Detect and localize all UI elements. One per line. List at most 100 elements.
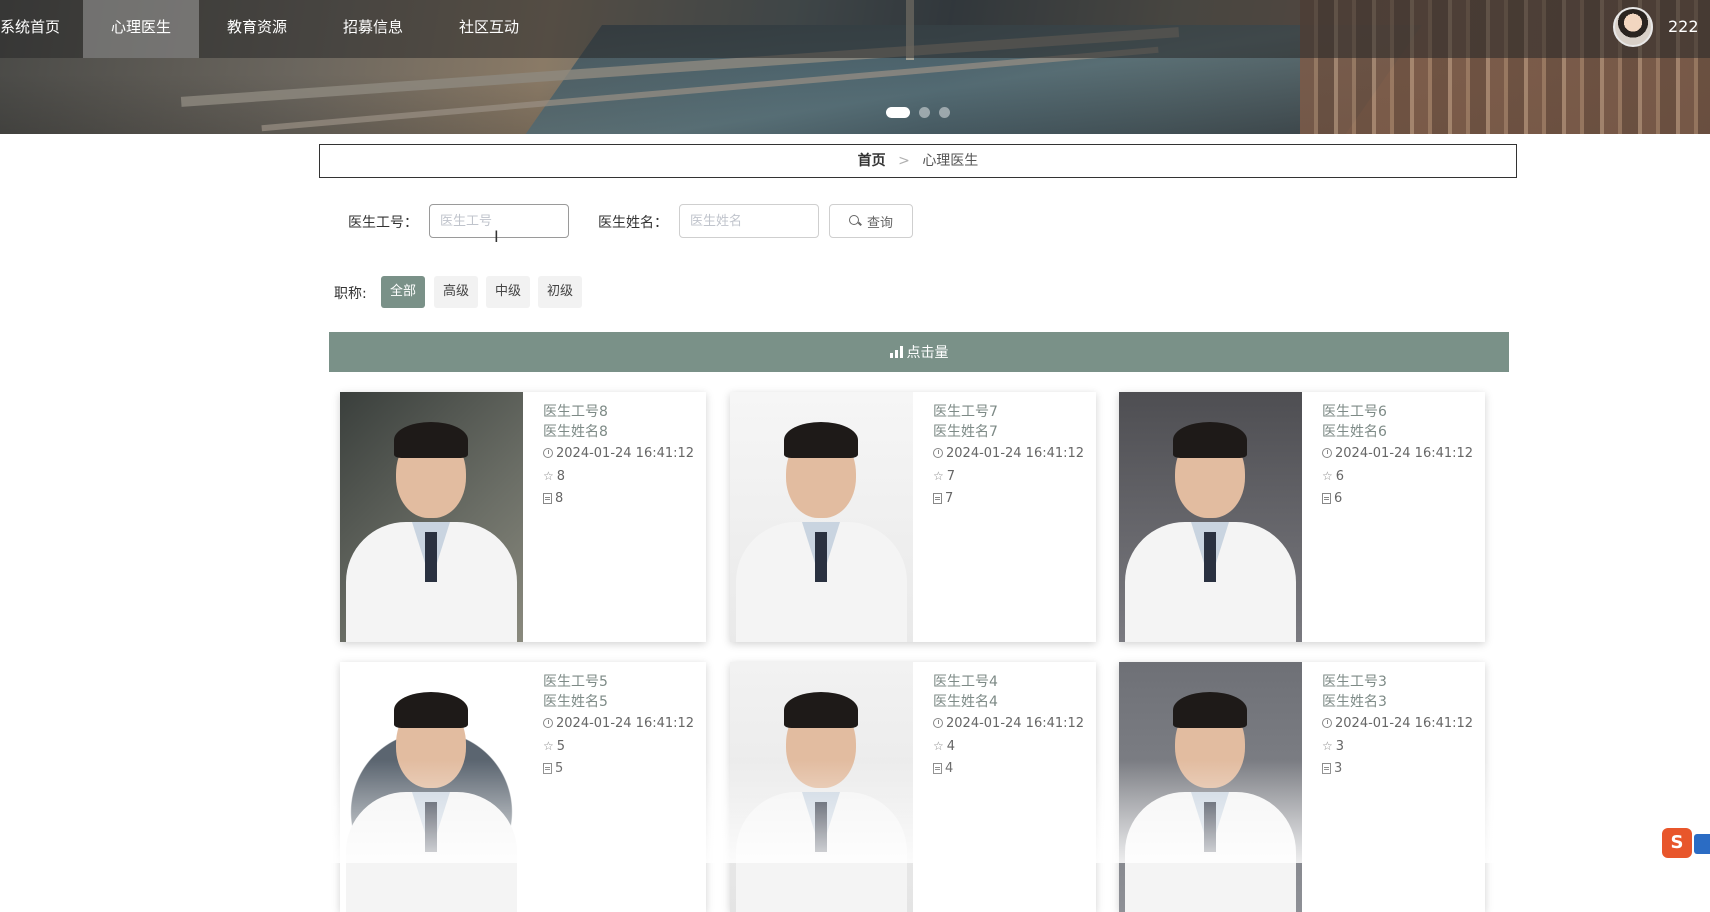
- doctor-name-label: 医生姓名：: [598, 215, 668, 231]
- document-icon: [933, 762, 942, 774]
- doctor-time-row: 2024-01-24 16:41:12: [1322, 443, 1473, 463]
- nav-item-education[interactable]: 教育资源: [199, 0, 315, 58]
- photo-hair: [394, 422, 468, 458]
- star-icon: ☆: [1322, 739, 1333, 753]
- query-button-label: 查询: [866, 215, 893, 231]
- doctor-card[interactable]: 医生工号6 医生姓名6 2024-01-24 16:41:12 ☆ 6 6: [1119, 392, 1485, 642]
- doctor-clicks: 7: [945, 490, 954, 506]
- carousel-dot-2[interactable]: [919, 107, 930, 118]
- photo-tie: [815, 802, 827, 852]
- document-icon: [543, 762, 552, 774]
- doctor-name[interactable]: 医生姓名4: [933, 692, 998, 712]
- doctor-name[interactable]: 医生姓名7: [933, 422, 998, 442]
- breadcrumb-current: 心理医生: [922, 153, 979, 169]
- doctor-card[interactable]: 医生工号3 医生姓名3 2024-01-24 16:41:12 ☆ 3 3: [1119, 662, 1485, 912]
- clock-icon: [543, 448, 553, 458]
- doctor-stars: 5: [556, 738, 566, 754]
- doctor-card[interactable]: 医生工号4 医生姓名4 2024-01-24 16:41:12 ☆ 4 4: [730, 662, 1096, 912]
- doctor-clicks: 5: [555, 760, 564, 776]
- top-nav: 系统首页 心理医生 教育资源 招募信息 社区互动 222: [0, 0, 1710, 58]
- doctor-clicks-row: 6: [1322, 488, 1342, 508]
- bar-chart-icon: [889, 346, 903, 358]
- doctor-id[interactable]: 医生工号8: [543, 402, 608, 422]
- doctor-id-label: 医生工号：: [348, 215, 418, 231]
- filter-junior[interactable]: 初级: [538, 276, 583, 308]
- doctor-name[interactable]: 医生姓名8: [543, 422, 608, 442]
- doctor-stars-row: ☆ 3: [1322, 736, 1344, 756]
- photo-hair: [784, 692, 858, 728]
- ime-logo-icon[interactable]: S: [1662, 828, 1692, 858]
- doctor-time: 2024-01-24 16:41:12: [1335, 715, 1474, 731]
- photo-tie: [815, 532, 827, 582]
- doctor-card[interactable]: 医生工号8 医生姓名8 2024-01-24 16:41:12 ☆ 8 8: [340, 392, 706, 642]
- doctor-time: 2024-01-24 16:41:12: [946, 715, 1085, 731]
- carousel-dot-3[interactable]: [939, 107, 950, 118]
- sort-label: 点击量: [906, 345, 949, 361]
- doctor-info: 医生工号3 医生姓名3: [1322, 672, 1387, 712]
- nav-item-recruitment[interactable]: 招募信息: [315, 0, 431, 58]
- doctor-clicks: 4: [945, 760, 954, 776]
- filter-intermediate[interactable]: 中级: [486, 276, 531, 308]
- doctor-card[interactable]: 医生工号7 医生姓名7 2024-01-24 16:41:12 ☆ 7 7: [730, 392, 1096, 642]
- doctor-id[interactable]: 医生工号7: [933, 402, 998, 422]
- doctor-time: 2024-01-24 16:41:12: [556, 445, 695, 461]
- doctor-name[interactable]: 医生姓名6: [1322, 422, 1387, 442]
- doctor-info: 医生工号6 医生姓名6: [1322, 402, 1387, 442]
- nav-item-home[interactable]: 系统首页: [0, 0, 60, 58]
- document-icon: [1322, 492, 1331, 504]
- filter-senior[interactable]: 高级: [434, 276, 479, 308]
- doctor-stars: 6: [1335, 468, 1345, 484]
- doctor-time-row: 2024-01-24 16:41:12: [933, 443, 1084, 463]
- star-icon: ☆: [933, 739, 944, 753]
- carousel-dot-1[interactable]: [886, 107, 910, 118]
- username[interactable]: 222: [1668, 0, 1699, 54]
- doctor-clicks-row: 8: [543, 488, 563, 508]
- breadcrumb-separator: >: [898, 153, 910, 169]
- doctor-photo[interactable]: [730, 662, 913, 912]
- doctor-clicks: 3: [1334, 760, 1343, 776]
- breadcrumb-home-link[interactable]: 首页: [858, 153, 886, 169]
- doctor-photo[interactable]: [1119, 662, 1302, 912]
- doctor-info: 医生工号7 医生姓名7: [933, 402, 998, 442]
- doctor-clicks-row: 5: [543, 758, 563, 778]
- doctor-photo[interactable]: [340, 662, 523, 912]
- doctor-name[interactable]: 医生姓名5: [543, 692, 608, 712]
- doctor-stars-row: ☆ 6: [1322, 466, 1344, 486]
- doctor-id[interactable]: 医生工号5: [543, 672, 608, 692]
- clock-icon: [543, 718, 553, 728]
- nav-item-doctors[interactable]: 心理医生: [83, 0, 199, 58]
- doctor-photo[interactable]: [340, 392, 523, 642]
- search-icon: [848, 215, 861, 227]
- doctor-name[interactable]: 医生姓名3: [1322, 692, 1387, 712]
- doctor-id[interactable]: 医生工号6: [1322, 402, 1387, 422]
- doctor-id[interactable]: 医生工号4: [933, 672, 998, 692]
- doctor-id[interactable]: 医生工号3: [1322, 672, 1387, 692]
- document-icon: [933, 492, 942, 504]
- doctor-name-input[interactable]: [679, 204, 819, 238]
- user-avatar[interactable]: [1613, 7, 1653, 47]
- doctor-photo[interactable]: [1119, 392, 1302, 642]
- doctor-time-row: 2024-01-24 16:41:12: [543, 713, 694, 733]
- query-button[interactable]: 查询: [829, 204, 913, 238]
- doctor-time: 2024-01-24 16:41:12: [1335, 445, 1474, 461]
- doctor-card[interactable]: 医生工号5 医生姓名5 2024-01-24 16:41:12 ☆ 5 5: [340, 662, 706, 912]
- photo-tie: [425, 532, 437, 582]
- hero-banner: 系统首页 心理医生 教育资源 招募信息 社区互动 222: [0, 0, 1710, 134]
- doctor-info: 医生工号5 医生姓名5: [543, 672, 608, 712]
- star-icon: ☆: [933, 469, 944, 483]
- photo-hair: [784, 422, 858, 458]
- doctor-photo[interactable]: [730, 392, 913, 642]
- star-icon: ☆: [543, 739, 554, 753]
- doctor-info: 医生工号4 医生姓名4: [933, 672, 998, 712]
- ime-toolbar-icon[interactable]: [1694, 834, 1710, 854]
- sort-by-clicks-bar[interactable]: 点击量: [329, 332, 1509, 372]
- photo-hair: [1173, 692, 1247, 728]
- doctor-time-row: 2024-01-24 16:41:12: [543, 443, 694, 463]
- photo-tie: [1204, 532, 1216, 582]
- document-icon: [1322, 762, 1331, 774]
- clock-icon: [1322, 448, 1332, 458]
- photo-hair: [1173, 422, 1247, 458]
- filter-all[interactable]: 全部: [381, 276, 426, 308]
- doctor-stars-row: ☆ 8: [543, 466, 565, 486]
- nav-item-community[interactable]: 社区互动: [431, 0, 547, 58]
